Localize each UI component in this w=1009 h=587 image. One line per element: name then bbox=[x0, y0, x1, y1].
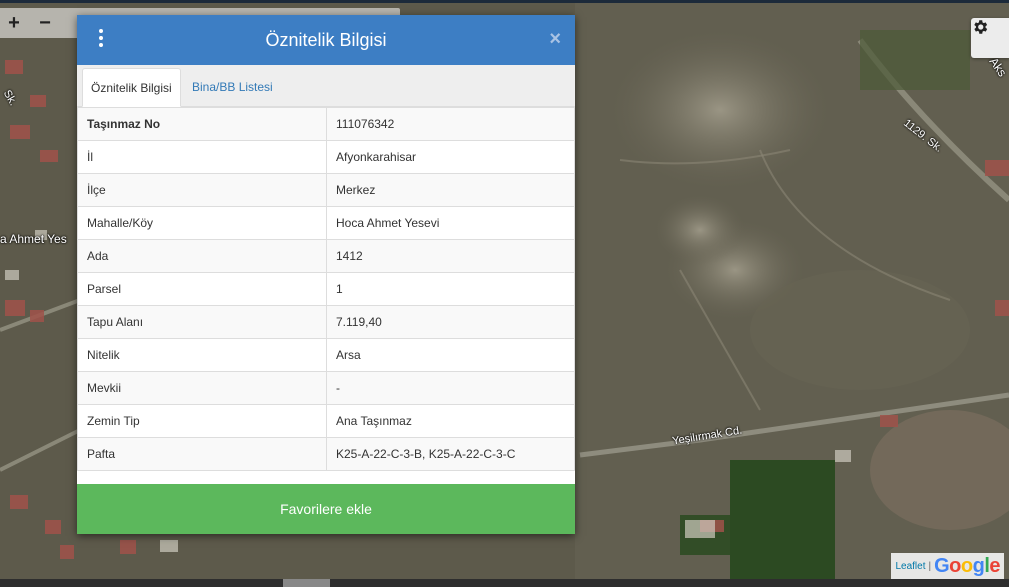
map-neighborhood-label: a Ahmet Yes bbox=[0, 232, 67, 246]
attribute-info-dialog: Öznitelik Bilgisi × Öznitelik Bilgisi Bi… bbox=[77, 15, 575, 534]
close-icon[interactable]: × bbox=[549, 28, 561, 51]
bottom-scrollbar[interactable] bbox=[0, 579, 1009, 587]
row-value: 7.119,40 bbox=[326, 305, 575, 339]
scrollbar-thumb[interactable] bbox=[283, 579, 330, 587]
table-row: Zemin Tip Ana Taşınmaz bbox=[77, 404, 575, 438]
row-value: Afyonkarahisar bbox=[326, 140, 575, 174]
table-row: İlçe Merkez bbox=[77, 173, 575, 207]
row-value: Hoca Ahmet Yesevi bbox=[326, 206, 575, 240]
map-attribution: Leaflet | Google bbox=[891, 553, 1004, 579]
row-value: - bbox=[326, 371, 575, 405]
row-key: Tapu Alanı bbox=[77, 305, 327, 339]
tab-attribute-info[interactable]: Öznitelik Bilgisi bbox=[82, 68, 181, 107]
row-key: İlçe bbox=[77, 173, 327, 207]
row-key: Ada bbox=[77, 239, 327, 273]
row-value: K25-A-22-C-3-B, K25-A-22-C-3-C bbox=[326, 437, 575, 471]
table-row: Taşınmaz No 111076342 bbox=[77, 107, 575, 141]
add-to-favorites-button[interactable]: Favorilere ekle bbox=[77, 484, 575, 534]
leaflet-link[interactable]: Leaflet bbox=[895, 561, 925, 572]
row-value: Arsa bbox=[326, 338, 575, 372]
row-value: 111076342 bbox=[326, 107, 575, 141]
gear-icon bbox=[974, 20, 988, 34]
table-row: Tapu Alanı 7.119,40 bbox=[77, 305, 575, 339]
row-key: İl bbox=[77, 140, 327, 174]
dialog-tabs: Öznitelik Bilgisi Bina/BB Listesi bbox=[77, 65, 575, 107]
row-key: Nitelik bbox=[77, 338, 327, 372]
table-row: Mahalle/Köy Hoca Ahmet Yesevi bbox=[77, 206, 575, 240]
dialog-header: Öznitelik Bilgisi × bbox=[77, 15, 575, 65]
table-row: Mevkii - bbox=[77, 371, 575, 405]
tab-building-list[interactable]: Bina/BB Listesi bbox=[184, 68, 281, 107]
row-value: 1412 bbox=[326, 239, 575, 273]
row-value: Ana Taşınmaz bbox=[326, 404, 575, 438]
table-row: İl Afyonkarahisar bbox=[77, 140, 575, 174]
row-key: Pafta bbox=[77, 437, 327, 471]
row-key: Mahalle/Köy bbox=[77, 206, 327, 240]
table-row: Parsel 1 bbox=[77, 272, 575, 306]
google-logo: Google bbox=[934, 554, 1000, 577]
table-row: Nitelik Arsa bbox=[77, 338, 575, 372]
attribution-separator: | bbox=[928, 560, 932, 572]
zoom-in-button[interactable]: + bbox=[0, 8, 28, 38]
row-key: Taşınmaz No bbox=[77, 107, 327, 141]
settings-button[interactable] bbox=[971, 18, 1009, 58]
row-value: Merkez bbox=[326, 173, 575, 207]
dialog-title: Öznitelik Bilgisi bbox=[265, 30, 387, 50]
attribute-table: Taşınmaz No 111076342 İl Afyonkarahisar İl… bbox=[77, 107, 575, 471]
row-key: Mevkii bbox=[77, 371, 327, 405]
row-value: 1 bbox=[326, 272, 575, 306]
table-row: Pafta K25-A-22-C-3-B, K25-A-22-C-3-C bbox=[77, 437, 575, 471]
row-key: Zemin Tip bbox=[77, 404, 327, 438]
row-key: Parsel bbox=[77, 272, 327, 306]
zoom-out-button[interactable]: − bbox=[31, 8, 59, 38]
top-border bbox=[0, 0, 1009, 3]
table-row: Ada 1412 bbox=[77, 239, 575, 273]
